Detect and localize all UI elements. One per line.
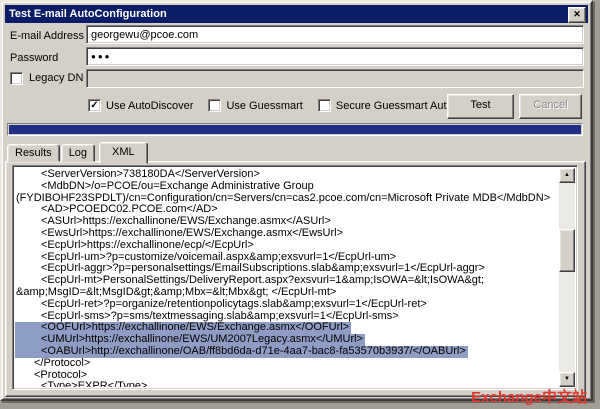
xml-line-selected: <OABUrl>http://exchallinone/OAB/ff8bd6da… bbox=[15, 346, 468, 358]
tab-strip: ResultsLogXML bbox=[7, 141, 149, 162]
tab-xml[interactable]: XML bbox=[99, 142, 148, 164]
window-title: Test E-mail AutoConfiguration bbox=[9, 8, 167, 20]
options-row: ✓Use AutoDiscoverUse GuessmartSecure Gue… bbox=[88, 99, 500, 112]
scrollbar-thumb[interactable] bbox=[559, 229, 575, 272]
progress-fill bbox=[9, 125, 581, 134]
legacy-dn-checkbox[interactable] bbox=[10, 72, 23, 85]
xml-line: <Type>EXPR</Type> bbox=[15, 381, 147, 387]
test-email-autoconfiguration-dialog: Test E-mail AutoConfiguration ✕ E-mail A… bbox=[0, 0, 593, 401]
xml-line: &amp;MsgID=&lt;MsgID&gt;&amp;Mbx=&lt;Mbx… bbox=[15, 287, 336, 299]
scroll-down-button[interactable]: ▼ bbox=[559, 372, 575, 387]
password-input[interactable] bbox=[86, 47, 584, 66]
progress-bar bbox=[7, 123, 583, 136]
xml-output-box[interactable]: <ServerVersion>738180DA</ServerVersion><… bbox=[12, 165, 578, 390]
xml-content[interactable]: <ServerVersion>738180DA</ServerVersion><… bbox=[15, 168, 558, 387]
xml-line: <EcpUrl-ret>?p=organize/retentionpolicyt… bbox=[15, 299, 427, 311]
scroll-up-icon: ▲ bbox=[564, 172, 570, 178]
legacy-dn-input bbox=[86, 69, 584, 88]
password-label: Password bbox=[10, 51, 58, 65]
watermark: Exchange中文站 bbox=[471, 386, 587, 407]
checkbox-unchecked-icon[interactable] bbox=[318, 99, 331, 112]
title-bar[interactable]: Test E-mail AutoConfiguration ✕ bbox=[5, 5, 588, 23]
xml-line: <EcpUrl>https://exchallinone/ecp/</EcpUr… bbox=[15, 240, 254, 252]
scroll-up-button[interactable]: ▲ bbox=[559, 168, 575, 183]
option-use-guessmart[interactable]: Use Guessmart bbox=[208, 99, 302, 112]
tab-log[interactable]: Log bbox=[61, 144, 95, 162]
close-icon: ✕ bbox=[573, 9, 581, 19]
close-button[interactable]: ✕ bbox=[568, 7, 586, 23]
option-label: Use AutoDiscover bbox=[106, 100, 193, 112]
email-address-label: E-mail Address bbox=[10, 29, 84, 43]
checkbox-checked-icon[interactable]: ✓ bbox=[88, 99, 101, 112]
option-label: Use Guessmart bbox=[226, 100, 302, 112]
cancel-button: Cancel bbox=[519, 94, 582, 119]
scroll-down-icon: ▼ bbox=[564, 376, 570, 382]
xml-line: </Protocol> bbox=[15, 358, 90, 370]
email-address-input[interactable] bbox=[86, 25, 584, 44]
tab-results[interactable]: Results bbox=[7, 144, 60, 162]
vertical-scrollbar[interactable]: ▲ ▼ bbox=[559, 168, 575, 387]
option-use-autodiscover[interactable]: ✓ Use AutoDiscover bbox=[88, 99, 193, 112]
checkbox-unchecked-icon[interactable] bbox=[208, 99, 221, 112]
xml-line: <MdbDN>/o=PCOE/ou=Exchange Administrativ… bbox=[15, 181, 314, 193]
test-button[interactable]: Test bbox=[447, 94, 514, 119]
xml-line: <EwsUrl>https://exchallinone/EWS/Exchang… bbox=[15, 228, 343, 240]
legacy-dn-label: Legacy DN bbox=[29, 72, 83, 84]
